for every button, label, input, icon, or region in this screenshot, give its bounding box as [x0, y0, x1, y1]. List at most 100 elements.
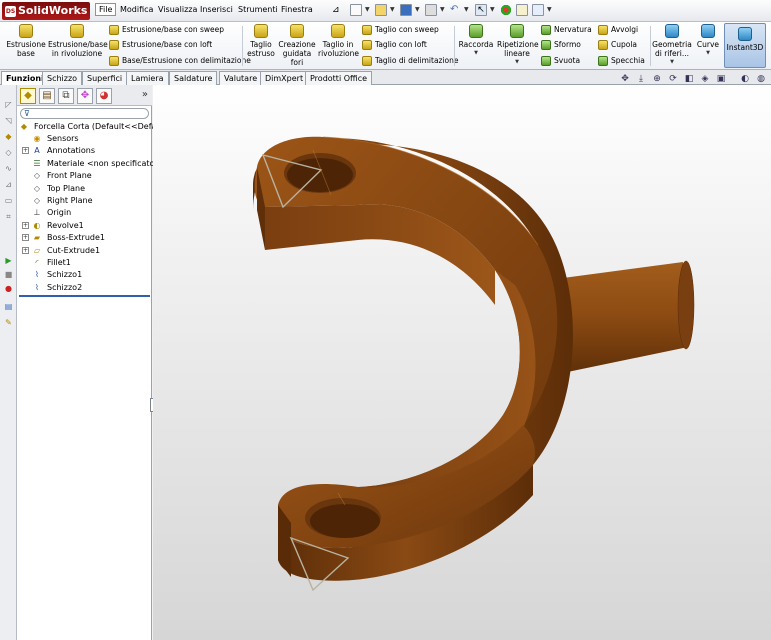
property-manager-icon[interactable]: ▤ [39, 88, 55, 104]
tab-prodotti-office[interactable]: Prodotti Office [305, 71, 373, 85]
taglio-loft-button[interactable]: Taglio con loft [362, 39, 427, 51]
raccorda-dropdown-icon[interactable]: ▼ [457, 49, 495, 58]
smart-dimension-icon[interactable]: ◹ [3, 115, 14, 126]
menu-inserisci[interactable]: Inserisci [200, 5, 233, 14]
tree-item[interactable]: ◇ Right Plane [17, 195, 152, 207]
menu-finestra[interactable]: Finestra [281, 5, 313, 14]
graphics-area[interactable] [153, 85, 771, 640]
zoom-icon[interactable]: ⊕ [652, 74, 662, 84]
record-macro-icon[interactable]: ● [3, 283, 14, 294]
tab-dimxpert[interactable]: DimXpert [260, 71, 309, 85]
tree-filter-input[interactable]: ⊽ [20, 108, 149, 119]
configuration-manager-icon[interactable]: ⧉ [58, 88, 74, 104]
tree-item[interactable]: ◇ Front Plane [17, 170, 152, 182]
feature-tree-icon[interactable]: ◆ [20, 88, 36, 104]
reference-tool-icon[interactable]: ⊿ [3, 179, 14, 190]
sformo-button[interactable]: Sformo [541, 39, 581, 51]
ripetizione-lineare-button[interactable]: Ripetizione lineare ▼ [497, 24, 539, 67]
new-dropdown-icon[interactable]: ▼ [365, 6, 370, 13]
options-dropdown-icon[interactable]: ▼ [547, 6, 552, 13]
print-icon[interactable] [425, 4, 437, 16]
zoom-area-icon[interactable]: ⤓ [636, 74, 646, 84]
base-delimitazione-button[interactable]: Base/Estrusione con delimitazione [109, 55, 251, 67]
creazione-guidata-fori-button[interactable]: Creazione guidata fori [278, 24, 316, 67]
expand-icon[interactable]: + [22, 246, 29, 254]
expand-icon[interactable]: + [22, 147, 29, 155]
stop-macro-icon[interactable]: ■ [3, 269, 14, 280]
select-arrow-icon[interactable]: ↖ [475, 4, 487, 16]
menu-file[interactable]: File [95, 3, 117, 16]
tab-superfici[interactable]: Superfici [82, 71, 128, 85]
display-style-icon[interactable]: ▣ [716, 74, 726, 84]
tree-item[interactable]: + ▰ Boss-Extrude1 [17, 232, 152, 244]
print-dropdown-icon[interactable]: ▼ [440, 6, 445, 13]
expand-icon[interactable]: + [22, 221, 29, 229]
menu-visualizza[interactable]: Visualizza [158, 5, 197, 14]
tree-item[interactable]: ◉ Sensors [17, 133, 152, 145]
tree-item[interactable]: + ◐ Revolve1 [17, 220, 152, 232]
expand-icon[interactable]: + [22, 234, 29, 242]
geometria-riferimento-button[interactable]: Geometria di riferi... ▼ [652, 24, 692, 67]
dimxpert-manager-icon[interactable]: ✥ [77, 88, 93, 104]
curve-tool-icon[interactable]: ∿ [3, 163, 14, 174]
undo-dropdown-icon[interactable]: ▼ [464, 6, 469, 13]
ripetizione-dropdown-icon[interactable]: ▼ [497, 58, 537, 67]
new-macro-icon[interactable]: ▤ [3, 301, 14, 312]
taglio-rivoluzione-button[interactable]: Taglio in rivoluzione [318, 24, 359, 58]
forcella-model[interactable] [153, 85, 771, 640]
view-orientation-icon[interactable]: ◈ [700, 74, 710, 84]
tab-valutare[interactable]: Valutare [219, 71, 263, 85]
options-icon[interactable] [532, 4, 544, 16]
edit-macro-icon[interactable]: ✎ [3, 317, 14, 328]
rebuild-icon[interactable] [500, 4, 512, 16]
specchia-button[interactable]: Specchia [598, 55, 645, 67]
file-properties-icon[interactable] [516, 4, 528, 16]
surface-tool-icon[interactable]: ◇ [3, 147, 14, 158]
open-folder-icon[interactable] [375, 4, 387, 16]
appearance-icon[interactable]: ◍ [756, 74, 766, 84]
curve-dropdown-icon[interactable]: ▼ [694, 49, 722, 58]
taglio-sweep-button[interactable]: Taglio con sweep [362, 24, 439, 36]
curve-button[interactable]: Curve ▼ [694, 24, 722, 58]
cupola-button[interactable]: Cupola [598, 39, 637, 51]
undo-icon[interactable]: ↶ [450, 4, 462, 16]
estrusione-base-button[interactable]: Estrusione base [6, 24, 46, 58]
tree-item[interactable]: + ▱ Cut-Extrude1 [17, 245, 152, 257]
save-icon[interactable] [400, 4, 412, 16]
tree-item[interactable]: ⌇ Schizzo1 [17, 269, 152, 281]
display-manager-icon[interactable]: ◕ [96, 88, 112, 104]
avvolgi-button[interactable]: Avvolgi [598, 24, 638, 36]
solidworks-logo[interactable]: DS SolidWorks [2, 2, 90, 20]
tree-item[interactable]: + A Annotations [17, 145, 152, 157]
new-document-icon[interactable] [350, 4, 362, 16]
tree-item[interactable]: ⊥ Origin [17, 207, 152, 219]
estrusione-loft-button[interactable]: Estrusione/base con loft [109, 39, 212, 51]
menu-modifica[interactable]: Modifica [120, 5, 153, 14]
expand-panel-icon[interactable]: » [142, 89, 148, 100]
pin-icon[interactable]: ⊿ [332, 4, 344, 16]
tree-item[interactable]: ◇ Top Plane [17, 183, 152, 195]
mold-tool-icon[interactable]: ▭ [3, 195, 14, 206]
select-dropdown-icon[interactable]: ▼ [490, 6, 495, 13]
taglio-estruso-button[interactable]: Taglio estruso [244, 24, 278, 58]
zoom-to-fit-icon[interactable]: ✥ [620, 74, 630, 84]
hide-show-icon[interactable]: ◐ [740, 74, 750, 84]
nervatura-button[interactable]: Nervatura [541, 24, 592, 36]
play-macro-icon[interactable]: ▶ [3, 255, 14, 266]
save-dropdown-icon[interactable]: ▼ [415, 6, 420, 13]
tree-item[interactable]: ⌇ Schizzo2 [17, 282, 152, 294]
taglio-delimitazione-button[interactable]: Taglio di delimitazione [362, 55, 459, 67]
tree-item[interactable]: ◜ Fillet1 [17, 257, 152, 269]
rollback-bar[interactable] [19, 295, 150, 297]
feature-tool-icon[interactable]: ◆ [3, 131, 14, 142]
tab-saldature[interactable]: Saldature [169, 71, 218, 85]
tree-root-part[interactable]: ◆ Forcella Corta (Default<<Default [17, 121, 167, 133]
raccorda-button[interactable]: Raccorda ▼ [457, 24, 495, 58]
estrusione-sweep-button[interactable]: Estrusione/base con sweep [109, 24, 224, 36]
weldment-tool-icon[interactable]: ⌗ [3, 211, 14, 222]
rotate-icon[interactable]: ⟳ [668, 74, 678, 84]
open-dropdown-icon[interactable]: ▼ [390, 6, 395, 13]
section-view-icon[interactable]: ◧ [684, 74, 694, 84]
geometria-dropdown-icon[interactable]: ▼ [652, 58, 692, 67]
instant3d-button[interactable]: Instant3D [724, 23, 766, 68]
